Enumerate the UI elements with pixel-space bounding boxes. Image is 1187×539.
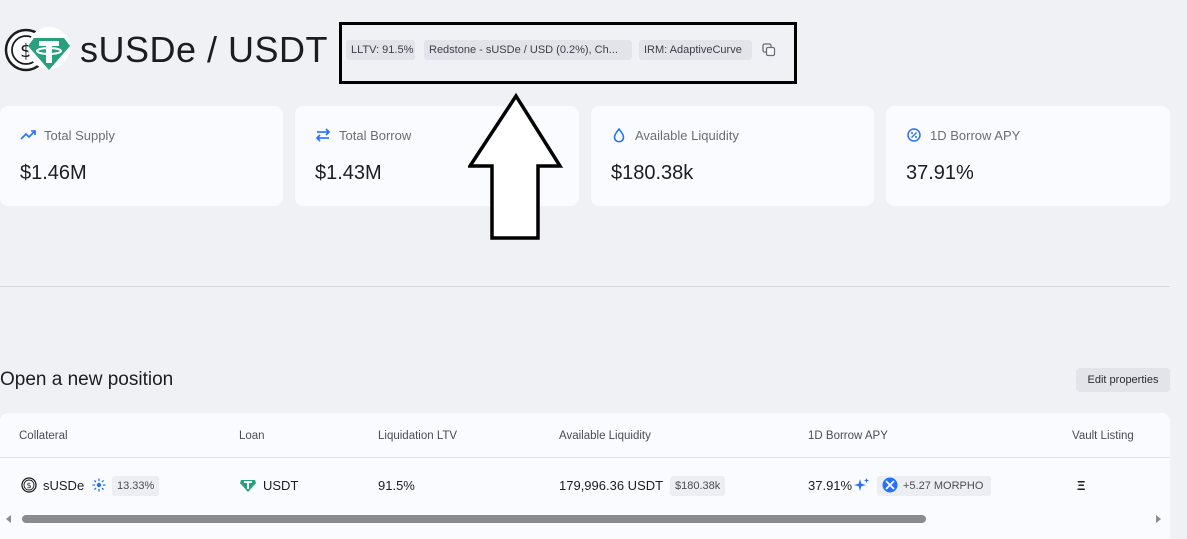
stat-value: $180.38k	[611, 162, 694, 184]
section-divider	[0, 286, 1170, 287]
stat-value: $1.46M	[20, 162, 87, 184]
morpho-icon	[882, 477, 898, 493]
annotation-arrow-icon	[468, 92, 564, 240]
horizontal-scrollbar[interactable]	[0, 512, 1170, 526]
droplet-icon	[613, 127, 625, 143]
liquidity-value: 179,996.36 USDT	[559, 478, 664, 493]
available-liquidity-card: Available Liquidity $180.38k	[591, 106, 874, 206]
irm-tag: IRM: AdaptiveCurve	[639, 40, 752, 60]
column-header-apy[interactable]: 1D Borrow APY	[808, 430, 888, 442]
usdt-token-icon	[240, 480, 256, 492]
copy-icon[interactable]	[762, 43, 776, 57]
lltv-tag: LLTV: 91.5%	[346, 40, 415, 60]
borrow-apy-card: 1D Borrow APY 37.91%	[886, 106, 1170, 206]
trend-up-icon	[20, 130, 36, 140]
yield-sparkle-icon	[92, 478, 106, 492]
collateral-yield-badge: 13.33%	[112, 476, 160, 496]
lltv-value: 91.5%	[378, 478, 415, 493]
pair-token-icons: $	[4, 27, 70, 72]
stat-value: $1.43M	[315, 162, 382, 184]
stat-label: Total Borrow	[339, 128, 412, 143]
swap-arrows-icon	[315, 128, 331, 142]
page-title: sUSDe / USDT	[80, 29, 329, 70]
header-divider	[0, 457, 1170, 458]
sparkles-icon[interactable]	[854, 477, 870, 493]
stat-label: Available Liquidity	[635, 128, 739, 143]
scroll-right-icon[interactable]	[1153, 514, 1163, 524]
column-header-collateral[interactable]: Collateral	[19, 430, 68, 442]
oracle-tag[interactable]: Redstone - sUSDe / USD (0.2%), Ch...	[424, 40, 632, 60]
column-header-loan[interactable]: Loan	[239, 430, 265, 442]
susde-token-icon: $	[21, 477, 37, 493]
stat-value: 37.91%	[906, 162, 974, 184]
apy-value: 37.91%	[808, 478, 853, 493]
column-header-vault-listing[interactable]: Vault Listing	[1072, 430, 1134, 442]
edit-properties-button[interactable]: Edit properties	[1076, 368, 1170, 392]
svg-text:$: $	[26, 481, 31, 490]
scroll-thumb[interactable]	[22, 515, 926, 523]
loan-name[interactable]: USDT	[263, 478, 298, 493]
percent-badge-icon	[907, 128, 921, 142]
total-supply-card: Total Supply $1.46M	[0, 106, 283, 206]
column-header-lltv[interactable]: Liquidation LTV	[378, 430, 457, 442]
collateral-name[interactable]: sUSDe	[43, 478, 84, 493]
vault-listing-icon[interactable]: Ξ	[1077, 478, 1085, 493]
column-header-liquidity[interactable]: Available Liquidity	[559, 430, 651, 442]
stat-label: 1D Borrow APY	[930, 128, 1021, 143]
section-title: Open a new position	[0, 369, 174, 390]
liquidity-usd-badge: $180.38k	[670, 476, 726, 496]
stat-label: Total Supply	[44, 128, 115, 143]
scroll-left-icon[interactable]	[4, 514, 14, 524]
